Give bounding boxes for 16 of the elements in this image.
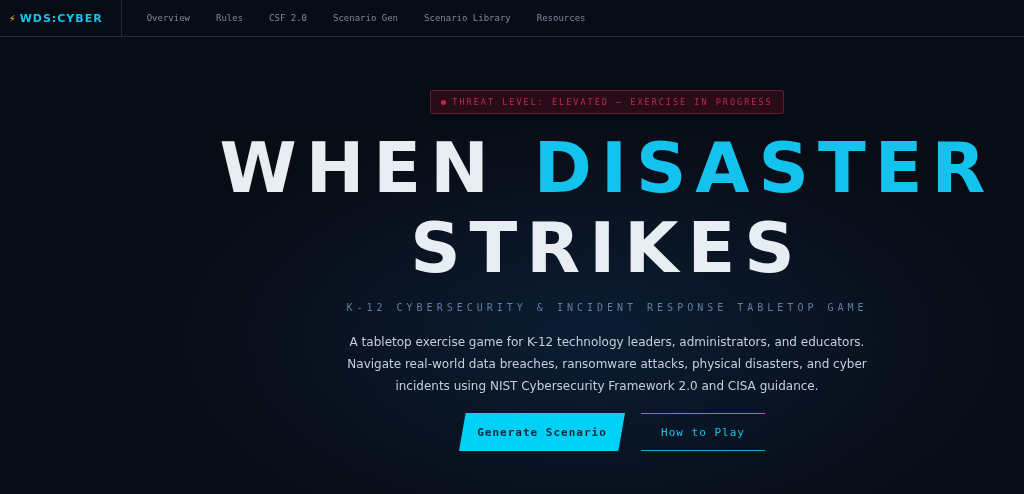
- nav-link[interactable]: Rules: [203, 13, 257, 23]
- how-to-play-button[interactable]: How to Play: [641, 413, 765, 451]
- lightning-icon: ⚡: [9, 11, 16, 25]
- hero-title-line: WHEN DISASTER: [219, 128, 995, 208]
- hero-subtitle: K-12 CYBERSECURITY & INCIDENT RESPONSE TABLETOP GAME: [346, 302, 868, 313]
- generate-button[interactable]: Generate Scenario: [459, 413, 625, 451]
- hero-description: A tabletop exercise game for K-12 technology leaders, administrators, and educators. Navigate real-world data breaches, ransomware attacks, physical disasters, and cyber incidents using NIST Cybersecurity Framework 2.0 and CISA guidance.: [346, 334, 868, 395]
- nav-link[interactable]: Scenario Library: [411, 13, 524, 23]
- hero-title-line: STRIKES: [410, 208, 804, 288]
- nav-link[interactable]: Resources: [523, 13, 599, 23]
- status-dot-icon: [441, 99, 447, 105]
- nav-link[interactable]: CSF 2.0: [256, 13, 320, 23]
- alert-text: THREAT LEVEL: ELEVATED — EXERCISE IN PROGRESS: [452, 97, 773, 107]
- site-logo[interactable]: WDS:CYBER: [19, 11, 103, 25]
- nav-link[interactable]: Overview: [133, 13, 203, 23]
- nav-link[interactable]: Scenario Gen: [320, 13, 412, 23]
